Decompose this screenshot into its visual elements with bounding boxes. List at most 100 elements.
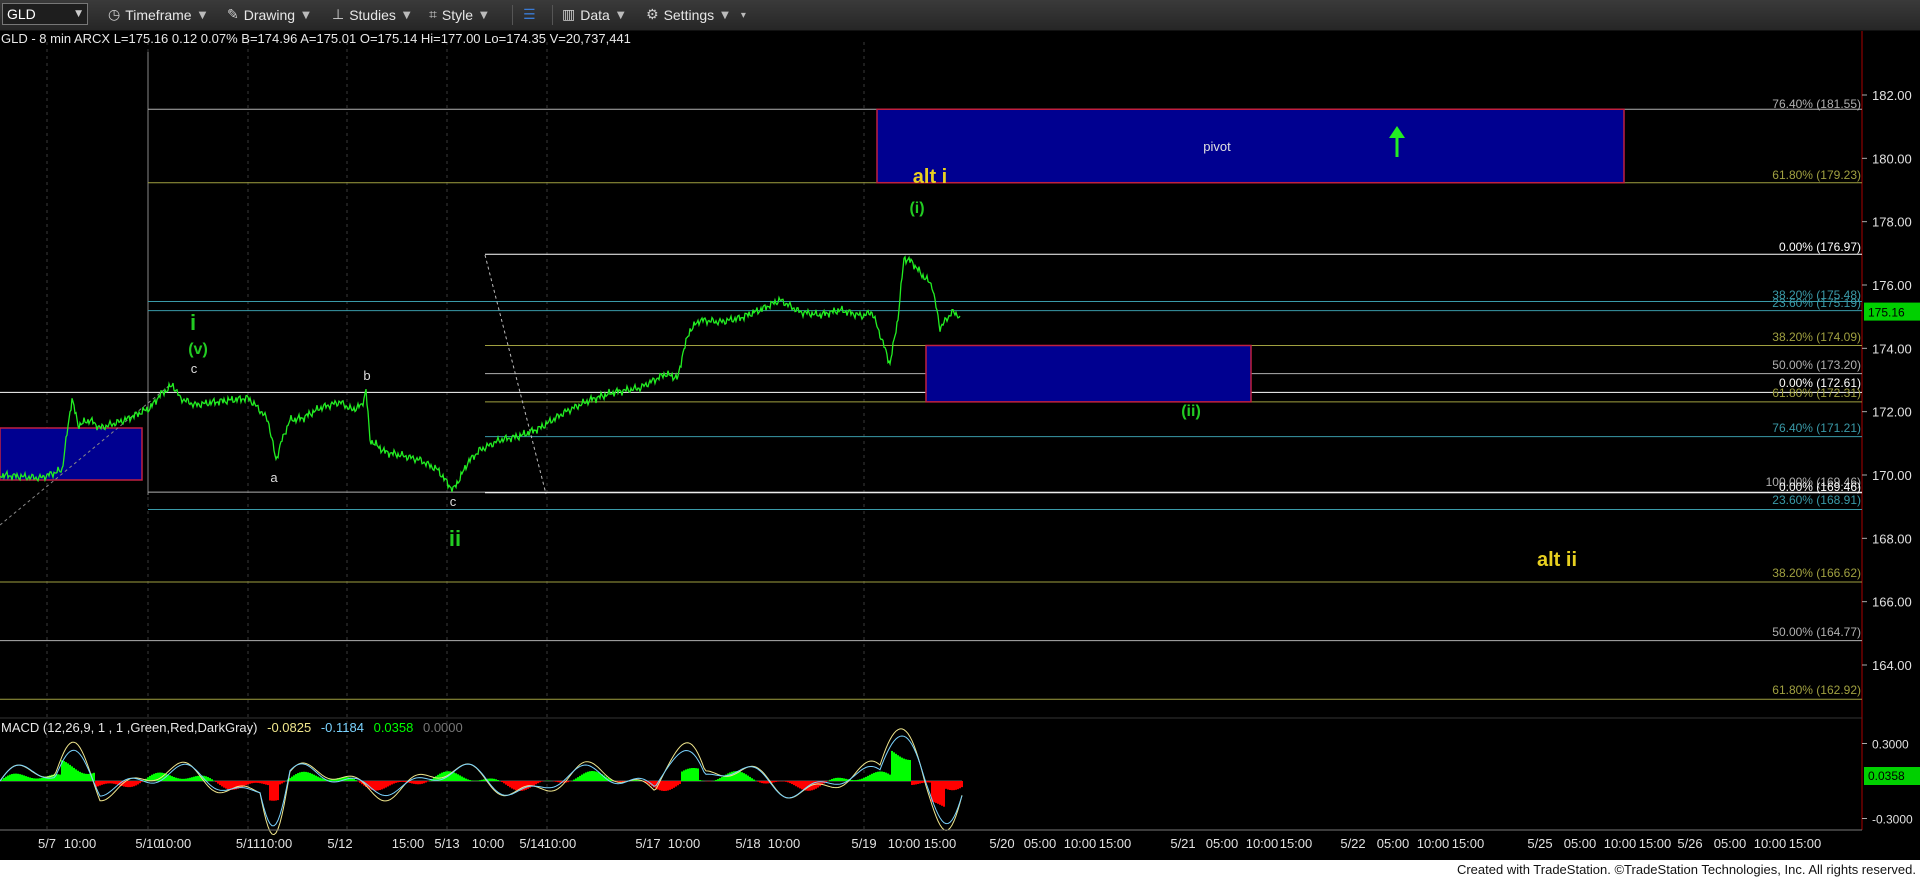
macd-avg-value: -0.1184	[320, 720, 364, 735]
time-tick-label: 05:00	[1564, 836, 1597, 851]
price-tick-label: 166.00	[1872, 595, 1912, 610]
time-tick-label: 15:00	[1280, 836, 1313, 851]
pivot-label: pivot	[1203, 139, 1231, 154]
wave-label: a	[270, 470, 278, 485]
time-tick-label: 10:00	[260, 836, 293, 851]
layout-icon: ☰	[523, 7, 536, 23]
fib-label: 50.00% (164.77)	[1772, 625, 1861, 639]
drawing-menu[interactable]: ✎ Drawing ▼	[227, 0, 310, 30]
wave-label: alt ii	[1537, 549, 1577, 571]
wave-label: (v)	[188, 341, 208, 358]
drawing-label: Drawing	[243, 7, 296, 23]
time-tick-label: 15:00	[924, 836, 957, 851]
fib-label: 0.00% (176.97)	[1779, 240, 1861, 254]
wave-label: b	[363, 368, 370, 383]
data-menu[interactable]: ▥ Data ▼	[562, 0, 625, 30]
chevron-down-icon: ▼	[75, 9, 82, 19]
chevron-down-icon: ▼	[721, 9, 729, 21]
fib-label: 50.00% (173.20)	[1772, 358, 1861, 372]
time-tick-label: 10:00	[544, 836, 577, 851]
time-tick-label: 5/14	[519, 836, 544, 851]
wave-label: c	[191, 361, 198, 376]
time-tick-label: 10:00	[768, 836, 801, 851]
fib-label: 61.80% (172.31)	[1772, 386, 1861, 400]
fib-label: 76.40% (171.21)	[1772, 421, 1861, 435]
time-tick-label: 5/19	[851, 836, 876, 851]
macd-tick-label: -0.3000	[1872, 813, 1913, 827]
chevron-down-icon: ▼	[402, 9, 411, 21]
more-icon: ▾	[740, 9, 746, 21]
data-label: Data	[580, 7, 610, 23]
time-tick-label: 10:00	[64, 836, 97, 851]
data-icon: ▥	[562, 7, 576, 23]
toolbar-divider	[512, 5, 513, 25]
layout-button[interactable]: ☰	[523, 0, 541, 30]
settings-label: Settings	[663, 7, 715, 23]
time-tick-label: 15:00	[1639, 836, 1672, 851]
studies-icon: ⊥	[332, 7, 345, 23]
last-price-label: 175.16	[1868, 306, 1905, 320]
studies-menu[interactable]: ⊥ Studies ▼	[332, 0, 411, 30]
fib-label: 0.00% (169.46)	[1779, 480, 1861, 494]
wave-label: ii	[449, 526, 461, 551]
time-tick-label: 05:00	[1206, 836, 1239, 851]
macd-label: MACD (12,26,9, 1 , 1 ,Green,Red,DarkGray…	[1, 720, 258, 735]
chevron-down-icon: ▼	[616, 9, 625, 21]
wave-label: i	[190, 310, 196, 335]
symbol-text: GLD	[7, 6, 36, 22]
time-tick-label: 5/26	[1677, 836, 1702, 851]
time-tick-label: 05:00	[1714, 836, 1747, 851]
timeframe-label: Timeframe	[125, 7, 192, 23]
time-tick-label: 10:00	[668, 836, 701, 851]
time-tick-label: 5/17	[635, 836, 660, 851]
timeframe-menu[interactable]: ◷ Timeframe ▼	[108, 0, 206, 30]
price-tick-label: 174.00	[1872, 341, 1912, 356]
time-tick-label: 5/20	[989, 836, 1014, 851]
quote-summary: GLD - 8 min ARCX L=175.16 0.12 0.07% B=1…	[1, 31, 631, 46]
fib-label: 61.80% (179.23)	[1772, 168, 1861, 182]
pencil-icon: ✎	[227, 7, 239, 23]
price-tick-label: 164.00	[1872, 658, 1912, 673]
price-tick-label: 176.00	[1872, 278, 1912, 293]
toolbar-divider	[552, 5, 553, 25]
settings-menu[interactable]: ⚙ Settings ▼ ▾	[646, 0, 746, 30]
time-tick-label: 5/21	[1170, 836, 1195, 851]
price-tick-label: 182.00	[1872, 88, 1912, 103]
time-tick-label: 10:00	[1754, 836, 1787, 851]
style-label: Style	[441, 7, 474, 23]
copyright-bar: Created with TradeStation. ©TradeStation…	[0, 860, 1920, 879]
time-tick-label: 15:00	[1099, 836, 1132, 851]
macd-zero-value: 0.0000	[422, 720, 463, 735]
time-tick-label: 10:00	[1064, 836, 1097, 851]
time-tick-label: 05:00	[1024, 836, 1057, 851]
style-menu[interactable]: ⌗ Style ▼	[429, 0, 488, 30]
fib-label: 38.20% (174.09)	[1772, 330, 1861, 344]
price-tick-label: 178.00	[1872, 215, 1912, 230]
time-tick-label: 5/11	[236, 836, 260, 851]
studies-label: Studies	[349, 7, 396, 23]
symbol-selector[interactable]: GLD ▼	[2, 3, 88, 25]
macd-header: MACD (12,26,9, 1 , 1 ,Green,Red,DarkGray…	[1, 720, 469, 735]
price-tick-label: 172.00	[1872, 405, 1912, 420]
wave-label: (i)	[909, 200, 924, 217]
fib-label: 38.20% (166.62)	[1772, 566, 1861, 580]
macd-diff-value: 0.0358	[373, 720, 414, 735]
time-tick-label: 10:00	[1417, 836, 1450, 851]
chevron-down-icon: ▼	[480, 9, 488, 21]
wave-label: alt i	[913, 166, 947, 188]
fib-label: 61.80% (162.92)	[1772, 683, 1861, 697]
chevron-down-icon: ▼	[302, 9, 310, 21]
time-tick-label: 5/7	[38, 836, 56, 851]
support-box-left	[0, 427, 143, 481]
wave-label: (ii)	[1181, 403, 1201, 420]
chart-canvas[interactable]: 76.40% (181.55) 61.80% (179.23) 0.00% (176…	[0, 0, 1920, 879]
time-tick-label: 10:00	[1604, 836, 1637, 851]
macd-current-label: 0.0358	[1868, 769, 1905, 783]
time-tick-label: 5/22	[1340, 836, 1365, 851]
price-series	[0, 255, 961, 493]
time-tick-label: 15:00	[1789, 836, 1822, 851]
time-tick-label: 10:00	[888, 836, 921, 851]
price-tick-label: 168.00	[1872, 531, 1912, 546]
time-tick-label: 10:00	[159, 836, 192, 851]
style-icon: ⌗	[429, 7, 437, 23]
